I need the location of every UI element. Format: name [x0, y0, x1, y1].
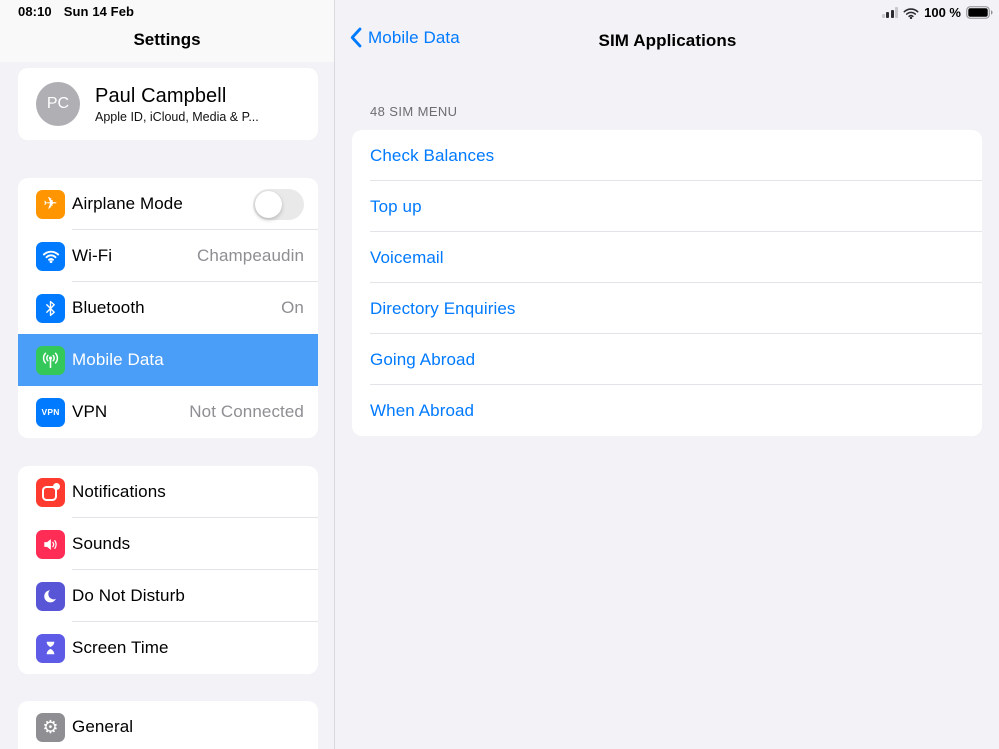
vpn-icon: VPN — [36, 398, 65, 427]
status-bar-left: 08:10 Sun 14 Feb — [18, 4, 134, 19]
sidebar-item-wifi[interactable]: Wi-Fi Champeaudin — [18, 230, 318, 282]
general-gear-icon: ⚙ — [36, 713, 65, 742]
profile-name: Paul Campbell — [95, 85, 259, 108]
sim-menu-card: Check Balances Top up Voicemail Director… — [352, 130, 982, 436]
sidebar-item-general[interactable]: ⚙ General — [18, 701, 318, 749]
sidebar-item-mobile-data[interactable]: Mobile Data — [18, 334, 318, 386]
airplane-icon: ✈ — [36, 190, 65, 219]
sidebar-item-label: Screen Time — [72, 638, 169, 658]
cellular-signal-icon — [882, 7, 899, 18]
menu-item-going-abroad[interactable]: Going Abroad — [352, 334, 982, 385]
sidebar-item-label: VPN — [72, 402, 107, 422]
battery-percent-label: 100 % — [924, 5, 961, 20]
airplane-mode-toggle[interactable] — [253, 189, 304, 220]
menu-item-when-abroad[interactable]: When Abroad — [352, 385, 982, 436]
bluetooth-icon — [36, 294, 65, 323]
page-title: SIM Applications — [336, 31, 999, 51]
status-bar-right: 100 % — [882, 5, 993, 20]
sounds-icon — [36, 530, 65, 559]
sidebar-item-vpn[interactable]: VPN VPN Not Connected — [18, 386, 318, 438]
menu-item-voicemail[interactable]: Voicemail — [352, 232, 982, 283]
sidebar-item-airplane-mode[interactable]: ✈ Airplane Mode — [18, 178, 318, 230]
vpn-status-value: Not Connected — [189, 402, 304, 422]
sidebar-item-label: Notifications — [72, 482, 166, 502]
sidebar-group-connectivity: ✈ Airplane Mode Wi-Fi Champeaudin — [18, 178, 318, 438]
sidebar-item-label: General — [72, 717, 133, 737]
apple-id-profile-row[interactable]: PC Paul Campbell Apple ID, iCloud, Media… — [18, 68, 318, 140]
avatar: PC — [36, 82, 80, 126]
wifi-network-value: Champeaudin — [197, 246, 304, 266]
sidebar-item-label: Airplane Mode — [72, 194, 183, 214]
sidebar-item-label: Wi-Fi — [72, 246, 112, 266]
settings-sidebar: Settings PC Paul Campbell Apple ID, iClo… — [0, 0, 335, 749]
status-date: Sun 14 Feb — [64, 4, 134, 19]
section-header: 48 SIM MENU — [370, 104, 457, 119]
bluetooth-status-value: On — [281, 298, 304, 318]
toggle-knob — [255, 191, 282, 218]
menu-item-directory-enquiries[interactable]: Directory Enquiries — [352, 283, 982, 334]
sim-applications-panel: Mobile Data SIM Applications 48 SIM MENU… — [336, 0, 999, 749]
sidebar-item-sounds[interactable]: Sounds — [18, 518, 318, 570]
menu-item-check-balances[interactable]: Check Balances — [352, 130, 982, 181]
sidebar-title: Settings — [0, 30, 334, 50]
sidebar-item-label: Bluetooth — [72, 298, 145, 318]
status-time: 08:10 — [18, 4, 52, 19]
sidebar-item-bluetooth[interactable]: Bluetooth On — [18, 282, 318, 334]
sidebar-item-label: Sounds — [72, 534, 130, 554]
sidebar-group-general: ⚙ General — [18, 701, 318, 749]
wifi-icon — [903, 7, 919, 19]
sidebar-item-screen-time[interactable]: Screen Time — [18, 622, 318, 674]
profile-subtitle: Apple ID, iCloud, Media & P... — [95, 110, 259, 124]
screen-time-icon — [36, 634, 65, 663]
notifications-icon — [36, 478, 65, 507]
sidebar-item-notifications[interactable]: Notifications — [18, 466, 318, 518]
sidebar-item-label: Mobile Data — [72, 350, 164, 370]
sidebar-group-notifications: Notifications Sounds Do Not Disturb — [18, 466, 318, 674]
sidebar-item-do-not-disturb[interactable]: Do Not Disturb — [18, 570, 318, 622]
mobile-data-icon — [36, 346, 65, 375]
wifi-icon — [36, 242, 65, 271]
menu-item-top-up[interactable]: Top up — [352, 181, 982, 232]
do-not-disturb-icon — [36, 582, 65, 611]
battery-icon — [966, 6, 993, 19]
sidebar-item-label: Do Not Disturb — [72, 586, 185, 606]
